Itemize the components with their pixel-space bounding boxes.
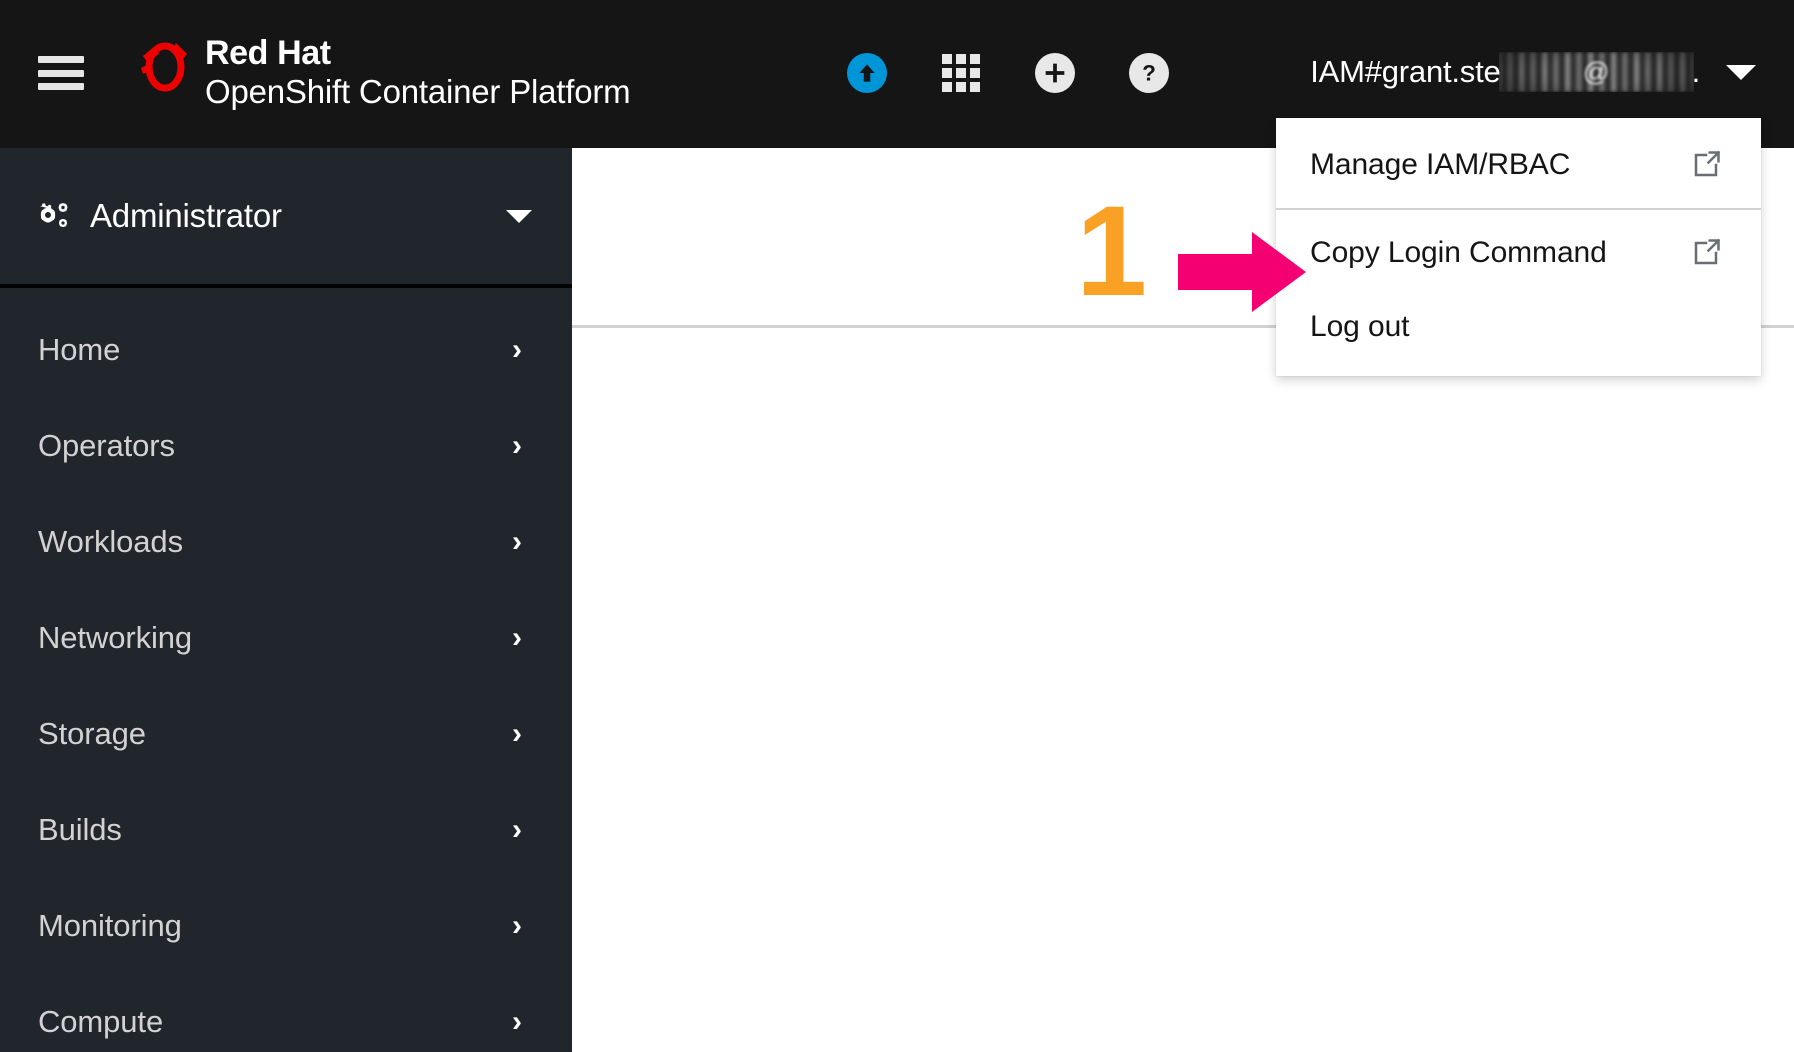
import-yaml-icon xyxy=(847,53,887,93)
svg-text:?: ? xyxy=(1142,61,1156,86)
username-redacted xyxy=(1499,52,1694,92)
application-launcher-button[interactable] xyxy=(939,51,983,95)
username-prefix: IAM#grant.ste xyxy=(1310,54,1501,89)
grid-cell xyxy=(970,82,980,92)
hamburger-menu-icon[interactable] xyxy=(38,50,84,96)
menu-item-label: Copy Login Command xyxy=(1310,236,1607,269)
hamburger-bar xyxy=(38,69,84,77)
grid-cell xyxy=(942,68,952,78)
red-hat-logo-icon xyxy=(141,42,187,92)
chevron-right-icon: › xyxy=(512,813,522,846)
sidebar-item-label: Builds xyxy=(38,812,122,847)
brand-product-bold: OpenShift xyxy=(205,73,350,110)
openshift-console-page: Red Hat OpenShift Container Platform ? I… xyxy=(0,0,1794,1052)
grid-cell xyxy=(970,68,980,78)
quick-create-button[interactable] xyxy=(1033,51,1077,95)
brand-logo-link[interactable]: Red Hat OpenShift Container Platform xyxy=(135,32,631,110)
sidebar-item-storage[interactable]: Storage › xyxy=(0,686,572,782)
sidebar-item-operators[interactable]: Operators › xyxy=(0,398,572,494)
masthead-toolbar: ? xyxy=(845,38,1171,108)
sidebar-item-label: Storage xyxy=(38,716,146,751)
sidebar-item-list: Home › Operators › Workloads › Networkin… xyxy=(0,288,572,1052)
sidebar-item-label: Workloads xyxy=(38,524,183,559)
menu-item-copy-login-command[interactable]: Copy Login Command xyxy=(1276,216,1761,290)
brand-text: Red Hat OpenShift Container Platform xyxy=(205,32,631,110)
help-button[interactable]: ? xyxy=(1127,51,1171,95)
question-mark-glyph: ? xyxy=(1142,61,1156,86)
perspective-label: Administrator xyxy=(90,197,282,234)
grid-cell xyxy=(942,54,952,64)
chevron-right-icon: › xyxy=(512,909,522,942)
menu-item-label: Log out xyxy=(1310,310,1410,343)
grid-cell xyxy=(956,68,966,78)
user-dropdown-menu: Manage IAM/RBAC Copy Login Command Log o… xyxy=(1276,118,1761,376)
brand-product-rest: Container Platform xyxy=(349,73,631,110)
chevron-right-icon: › xyxy=(512,429,522,462)
annotation-arrow-icon xyxy=(1178,232,1306,312)
sidebar-item-workloads[interactable]: Workloads › xyxy=(0,494,572,590)
annotation-step-number: 1 xyxy=(1076,180,1148,323)
sidebar-item-networking[interactable]: Networking › xyxy=(0,590,572,686)
sidebar-item-home[interactable]: Home › xyxy=(0,302,572,398)
external-link-icon xyxy=(1694,150,1721,177)
sidebar-item-label: Compute xyxy=(38,1004,164,1039)
sidebar-item-label: Home xyxy=(38,332,121,367)
menu-item-label: Manage IAM/RBAC xyxy=(1310,148,1571,181)
sidebar-item-label: Monitoring xyxy=(38,908,182,943)
import-yaml-button[interactable] xyxy=(845,51,889,95)
external-link-icon xyxy=(1694,238,1721,265)
sidebar-item-label: Networking xyxy=(38,620,193,655)
chevron-right-icon: › xyxy=(512,525,522,558)
menu-item-log-out[interactable]: Log out xyxy=(1276,290,1761,364)
app-launcher-icon xyxy=(942,54,980,92)
chevron-right-icon: › xyxy=(512,717,522,750)
user-menu-label: IAM#grant.ste. xyxy=(1310,52,1700,92)
grid-cell xyxy=(956,82,966,92)
plus-glyph xyxy=(1045,63,1065,83)
sidebar-item-monitoring[interactable]: Monitoring › xyxy=(0,878,572,974)
upload-arrow-glyph xyxy=(859,64,875,82)
brand-line-red-hat: Red Hat xyxy=(205,34,331,72)
chevron-down-icon xyxy=(1726,64,1756,80)
menu-item-manage-iam-rbac[interactable]: Manage IAM/RBAC xyxy=(1276,128,1761,202)
menu-divider xyxy=(1276,208,1761,210)
grid-cell xyxy=(942,82,952,92)
sidebar-item-label: Operators xyxy=(38,428,175,463)
sidebar-item-compute[interactable]: Compute › xyxy=(0,974,572,1052)
sidebar-navigation: Administrator Home › Operators › Workloa… xyxy=(0,148,572,1052)
grid-cell xyxy=(956,54,966,64)
cogs-icon xyxy=(40,203,68,227)
help-circle-icon: ? xyxy=(1129,53,1169,93)
brand-line-product: OpenShift Container Platform xyxy=(205,73,631,110)
perspective-switcher[interactable]: Administrator xyxy=(0,148,572,288)
plus-circle-icon xyxy=(1035,53,1075,93)
hamburger-bar xyxy=(38,56,84,63)
user-menu-toggle[interactable]: IAM#grant.ste. xyxy=(1302,38,1764,106)
hamburger-bar xyxy=(38,83,84,90)
chevron-right-icon: › xyxy=(512,1005,522,1038)
sidebar-item-builds[interactable]: Builds › xyxy=(0,782,572,878)
grid-cell xyxy=(970,54,980,64)
chevron-down-icon xyxy=(506,209,532,223)
chevron-right-icon: › xyxy=(512,333,522,366)
chevron-right-icon: › xyxy=(512,621,522,654)
